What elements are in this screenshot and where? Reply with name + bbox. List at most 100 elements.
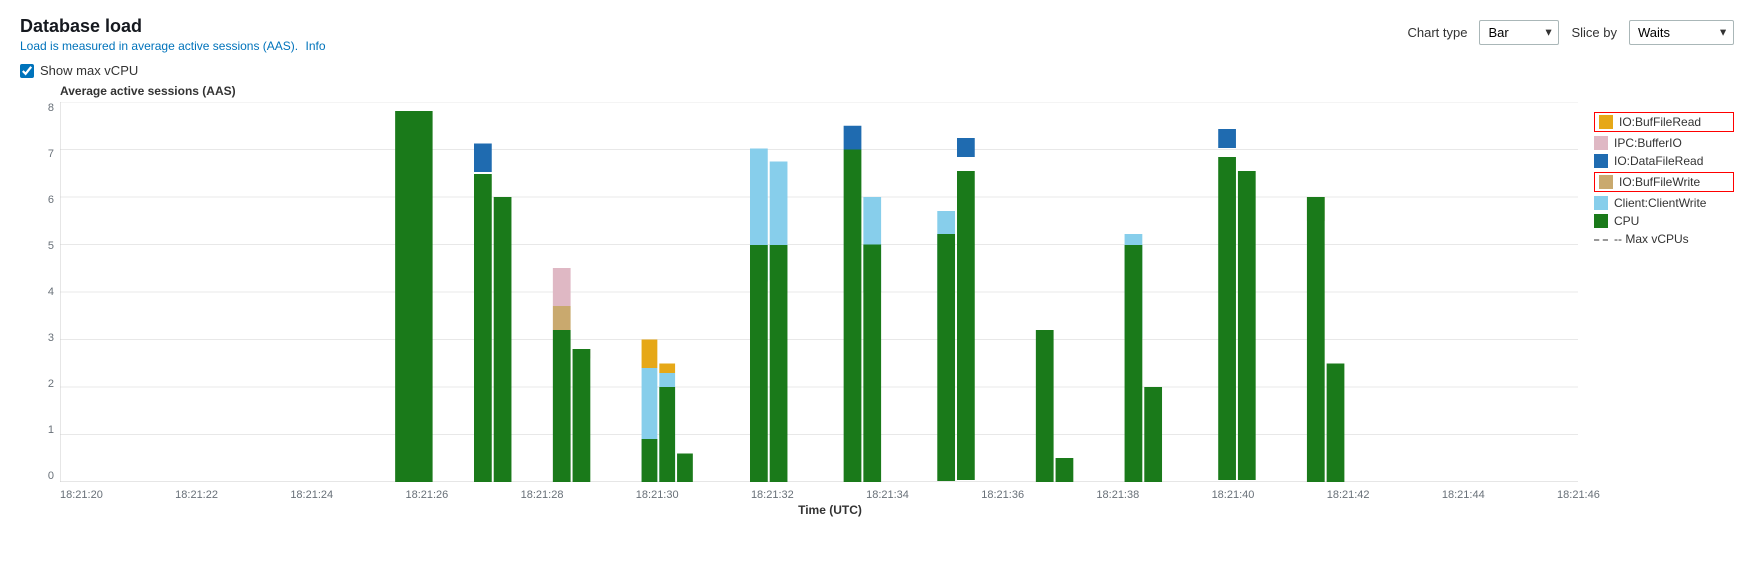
bar-segment-cpu — [1144, 387, 1162, 482]
legend-color-cpu — [1594, 214, 1608, 228]
legend-label-client-client-write: Client:ClientWrite — [1614, 196, 1706, 210]
show-max-vcpu-row: Show max vCPU — [20, 63, 1734, 78]
legend-label-io-buf-file-read: IO:BufFileRead — [1619, 115, 1701, 129]
bar-segment-cpu — [750, 245, 768, 482]
y-label-0: 0 — [48, 470, 54, 482]
chart-type-label: Chart type — [1407, 25, 1467, 40]
bar-segment-ibfr — [642, 340, 658, 369]
x-label-18-21-30: 18:21:30 — [636, 489, 679, 501]
legend-label-io-data-file-read: IO:DataFileRead — [1614, 154, 1703, 168]
legend-color-io-buf-file-read — [1599, 115, 1613, 129]
bar-segment-iodfr — [957, 138, 975, 157]
legend-label-cpu: CPU — [1614, 214, 1639, 228]
header: Database load Load is measured in averag… — [20, 16, 1734, 53]
y-label-2: 2 — [48, 378, 54, 390]
legend-color-io-buf-file-write — [1599, 175, 1613, 189]
bar-segment-cpu — [677, 454, 693, 483]
bar-segment-cpu — [474, 174, 492, 482]
page-container: Database load Load is measured in averag… — [0, 0, 1754, 568]
chart-and-legend-row: IO:BufFileRead IPC:BufferIO IO:DataFileR… — [60, 102, 1734, 485]
bar-segment-cpu — [937, 234, 955, 481]
x-label-18-21-22: 18:21:22 — [175, 489, 218, 501]
info-link[interactable]: Info — [305, 39, 325, 53]
bar-segment-cpu — [1125, 245, 1143, 482]
bar-segment-cpu — [659, 387, 675, 482]
bar-segment-cpu — [1218, 157, 1236, 480]
legend-item-client-client-write: Client:ClientWrite — [1594, 196, 1734, 210]
legend-label-max-vcpus: -- Max vCPUs — [1614, 232, 1689, 246]
legend-item-ipc-buffer-io: IPC:BufferIO — [1594, 136, 1734, 150]
x-label-18-21-38: 18:21:38 — [1096, 489, 1139, 501]
x-label-18-21-20: 18:21:20 — [60, 489, 103, 501]
y-label-4: 4 — [48, 286, 54, 298]
x-axis-labels: 18:21:20 18:21:22 18:21:24 18:21:26 18:2… — [60, 489, 1600, 501]
x-label-18-21-34: 18:21:34 — [866, 489, 909, 501]
bar-segment-cpu — [863, 245, 881, 483]
main-chart-svg — [60, 102, 1578, 482]
chart-area: Average active sessions (AAS) 8 7 6 5 4 … — [20, 84, 1734, 517]
x-label-18-21-32: 18:21:32 — [751, 489, 794, 501]
bar-segment-cpu — [1307, 197, 1325, 482]
x-label-18-21-26: 18:21:26 — [405, 489, 448, 501]
bar-segment-iodfr — [474, 144, 492, 173]
bar-segment-cpu — [395, 111, 432, 482]
header-controls: Chart type Bar Line ▼ Slice by Waits SQL… — [1407, 20, 1734, 45]
legend-item-io-buf-file-read: IO:BufFileRead — [1594, 112, 1734, 132]
x-label-18-21-40: 18:21:40 — [1212, 489, 1255, 501]
bar-segment-cpu — [1056, 458, 1074, 482]
bar-segment-cpu — [642, 439, 658, 482]
header-left: Database load Load is measured in averag… — [20, 16, 326, 53]
page-title: Database load — [20, 16, 326, 37]
bar-segment-cpu — [1327, 364, 1345, 483]
y-axis-title: Average active sessions (AAS) — [60, 84, 1734, 98]
bar-segment-cpu — [1036, 330, 1054, 482]
bar-segment-cpu — [1238, 171, 1256, 480]
y-label-1: 1 — [48, 424, 54, 436]
subtitle: Load is measured in average active sessi… — [20, 39, 326, 53]
bar-segment-ibfr — [659, 364, 675, 374]
y-label-6: 6 — [48, 194, 54, 206]
show-max-vcpu-label: Show max vCPU — [40, 63, 138, 78]
x-axis-container: 18:21:20 18:21:22 18:21:24 18:21:26 18:2… — [60, 485, 1734, 517]
legend-item-max-vcpus: -- Max vCPUs — [1594, 232, 1734, 246]
y-label-3: 3 — [48, 332, 54, 344]
legend-item-io-buf-file-write: IO:BufFileWrite — [1594, 172, 1734, 192]
legend-label-io-buf-file-write: IO:BufFileWrite — [1619, 175, 1700, 189]
legend-dashed-max-vcpus — [1594, 239, 1608, 241]
bar-segment-cpu — [553, 330, 571, 482]
subtitle-text: Load is measured in average active sessi… — [20, 39, 298, 53]
y-label-5: 5 — [48, 240, 54, 252]
legend-color-io-data-file-read — [1594, 154, 1608, 168]
y-label-8: 8 — [48, 102, 54, 114]
chart-legend: IO:BufFileRead IPC:BufferIO IO:DataFileR… — [1594, 102, 1734, 485]
x-label-18-21-24: 18:21:24 — [290, 489, 333, 501]
slice-by-label: Slice by — [1571, 25, 1617, 40]
bar-segment-cpu — [573, 349, 591, 482]
bar-segment-cpu — [494, 197, 512, 482]
x-label-18-21-36: 18:21:36 — [981, 489, 1024, 501]
bar-segment-ibfw — [553, 306, 571, 330]
legend-color-client-client-write — [1594, 196, 1608, 210]
legend-label-ipc-buffer-io: IPC:BufferIO — [1614, 136, 1682, 150]
bar-segment-iodfr — [844, 126, 862, 150]
slice-by-select-wrapper: Waits SQL Users Hosts Applications ▼ — [1629, 20, 1734, 45]
legend-color-ipc-buffer-io — [1594, 136, 1608, 150]
x-label-18-21-46: 18:21:46 — [1557, 489, 1600, 501]
chart-plus-legend: IO:BufFileRead IPC:BufferIO IO:DataFileR… — [60, 102, 1734, 517]
bar-segment-cpu — [770, 245, 788, 482]
x-label-18-21-42: 18:21:42 — [1327, 489, 1370, 501]
bar-segment-cpu — [844, 150, 862, 483]
show-max-vcpu-checkbox[interactable] — [20, 64, 34, 78]
bar-segment-ipc — [553, 268, 571, 306]
x-label-18-21-28: 18:21:28 — [521, 489, 564, 501]
x-axis-title: Time (UTC) — [60, 503, 1600, 517]
legend-item-io-data-file-read: IO:DataFileRead — [1594, 154, 1734, 168]
legend-item-cpu: CPU — [1594, 214, 1734, 228]
chart-type-select[interactable]: Bar Line — [1479, 20, 1559, 45]
x-label-18-21-44: 18:21:44 — [1442, 489, 1485, 501]
slice-by-select[interactable]: Waits SQL Users Hosts Applications — [1629, 20, 1734, 45]
y-axis: 8 7 6 5 4 3 2 1 0 — [20, 102, 60, 482]
chart-type-select-wrapper: Bar Line ▼ — [1479, 20, 1559, 45]
bar-segment-cpu — [957, 171, 975, 480]
svg-chart-container — [60, 102, 1578, 485]
